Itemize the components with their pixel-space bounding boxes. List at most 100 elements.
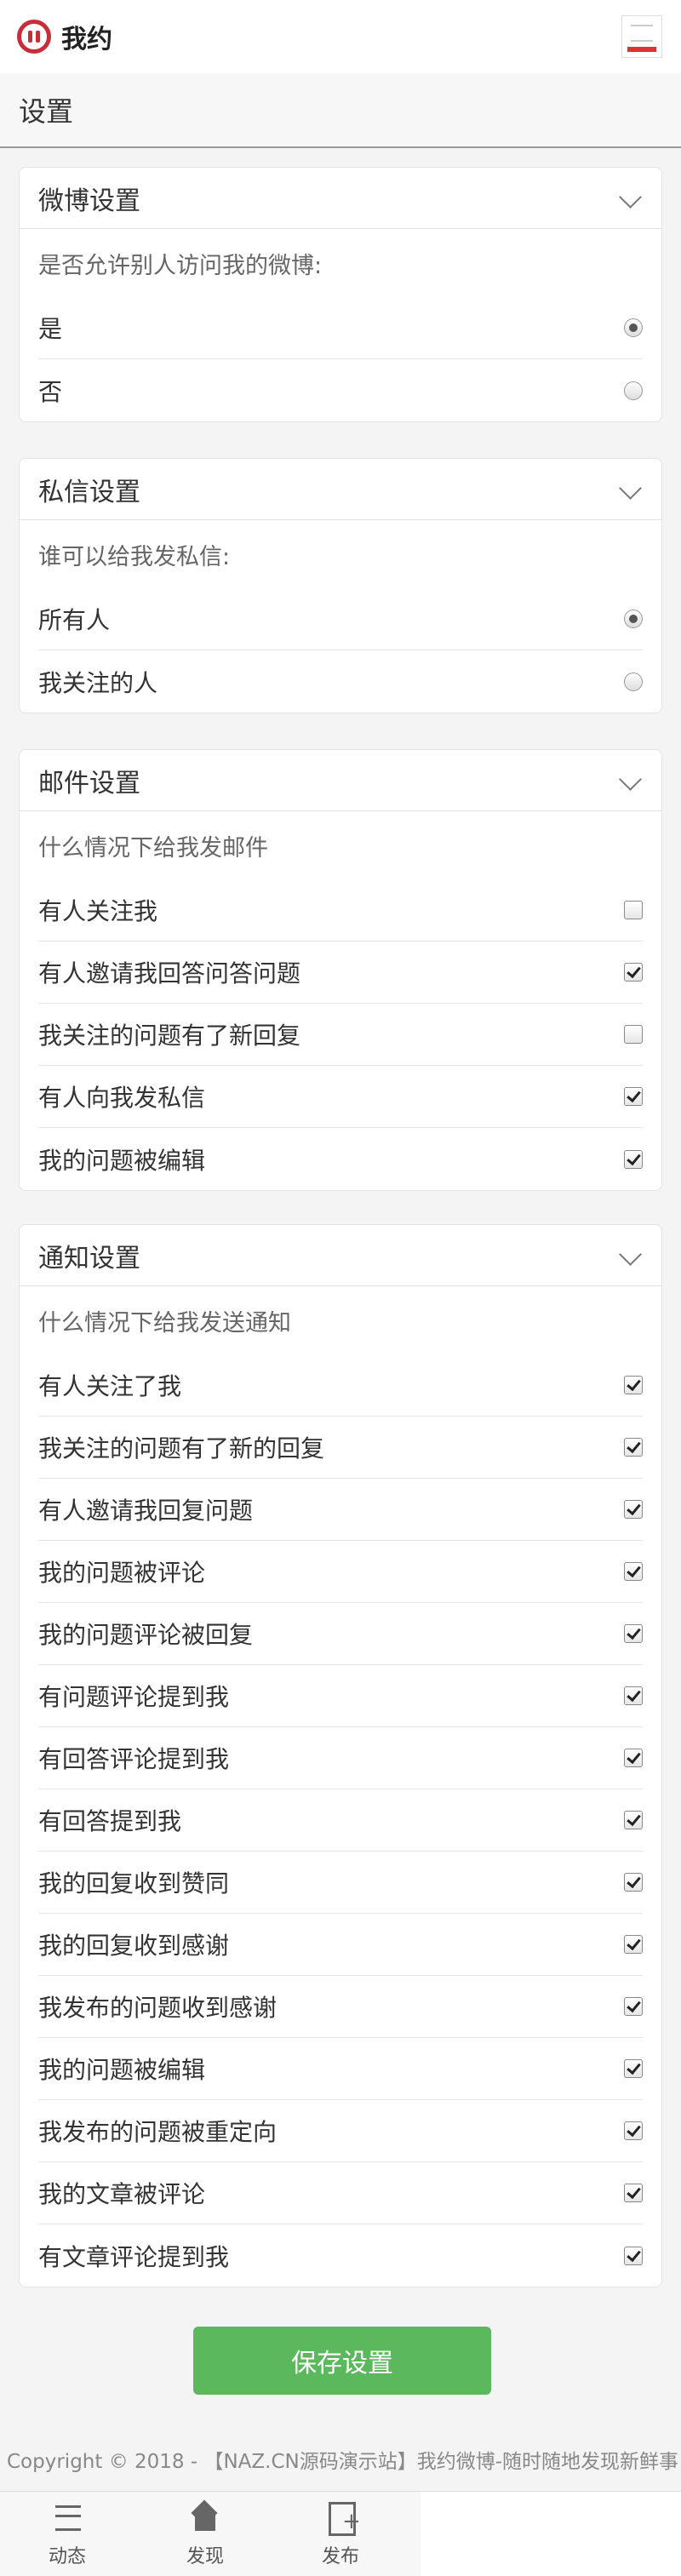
notify-option-row[interactable]: 有回答评论提到我: [38, 1727, 643, 1789]
nav-item-feed[interactable]: 动态: [20, 2499, 114, 2575]
option-label: 是: [38, 315, 63, 343]
option-label: 有回答评论提到我: [38, 1745, 230, 1773]
nav-blank-area: [421, 2492, 681, 2576]
checkbox[interactable]: [624, 1811, 643, 1829]
message-option-row[interactable]: 我关注的人: [38, 650, 643, 713]
nav-label: 动态: [48, 2546, 86, 2567]
checkbox[interactable]: [624, 1935, 643, 1954]
page-title-bar: 设置: [0, 73, 681, 148]
checkbox[interactable]: [624, 963, 643, 982]
checkbox[interactable]: [624, 1087, 643, 1106]
email-option-row[interactable]: 有人邀请我回答问答问题: [38, 942, 643, 1004]
notify-option-row[interactable]: 我的文章被评论: [38, 2162, 643, 2224]
checkbox[interactable]: [624, 1025, 643, 1044]
checkbox[interactable]: [624, 1686, 643, 1705]
option-label: 有人向我发私信: [38, 1084, 206, 1112]
radio-button[interactable]: [624, 318, 643, 337]
email-settings-panel: 邮件设置 什么情况下给我发邮件 有人关注我 有人邀请我回答问答问题 我关注的问题有了…: [19, 749, 662, 1191]
checkbox[interactable]: [624, 1873, 643, 1892]
option-label: 我发布的问题被重定向: [38, 2118, 278, 2146]
user-avatar-icon[interactable]: [621, 15, 662, 58]
option-label: 我发布的问题收到感谢: [38, 1994, 278, 2022]
nav-item-discover[interactable]: 发现: [158, 2499, 252, 2575]
radio-button[interactable]: [624, 672, 643, 691]
checkbox[interactable]: [624, 901, 643, 919]
logo-icon[interactable]: [17, 20, 51, 54]
panel-title: 微博设置: [38, 186, 140, 216]
checkbox[interactable]: [624, 1624, 643, 1643]
checkbox[interactable]: [624, 1500, 643, 1519]
notify-option-row[interactable]: 有人邀请我回复问题: [38, 1479, 643, 1541]
checkbox[interactable]: [624, 1149, 643, 1169]
message-settings-header[interactable]: 私信设置: [20, 459, 661, 520]
option-label: 我关注的问题有了新回复: [38, 1022, 301, 1050]
publish-icon: [322, 2499, 361, 2536]
page-title: 设置: [19, 95, 74, 128]
option-label: 有回答提到我: [38, 1807, 182, 1835]
top-bar: 我约: [0, 0, 681, 73]
panel-title: 私信设置: [38, 477, 140, 507]
option-label: 有问题评论提到我: [38, 1683, 230, 1711]
option-label: 我的回复收到感谢: [38, 1932, 230, 1960]
panel-title: 邮件设置: [38, 768, 140, 799]
option-label: 有人邀请我回复问题: [38, 1497, 254, 1525]
notify-option-row[interactable]: 有文章评论提到我: [38, 2224, 643, 2287]
notify-option-row[interactable]: 我的问题评论被回复: [38, 1603, 643, 1665]
notify-option-row[interactable]: 我关注的问题有了新的回复: [38, 1417, 643, 1479]
weibo-settings-header[interactable]: 微博设置: [20, 168, 661, 229]
option-label: 有文章评论提到我: [38, 2242, 230, 2271]
option-label: 所有人: [38, 606, 111, 634]
save-settings-button[interactable]: 保存设置: [193, 2327, 491, 2395]
notify-option-row[interactable]: 我的问题被评论: [38, 1541, 643, 1603]
notify-option-row[interactable]: 我发布的问题被重定向: [38, 2100, 643, 2162]
chevron-down-icon[interactable]: [617, 477, 643, 502]
option-label: 我的问题被编辑: [38, 2056, 206, 2084]
panel-question: 谁可以给我发私信:: [38, 543, 231, 570]
notify-option-row[interactable]: 我发布的问题收到感谢: [38, 1976, 643, 2038]
option-label: 我关注的问题有了新的回复: [38, 1434, 325, 1463]
notify-option-row[interactable]: 我的回复收到感谢: [38, 1914, 643, 1976]
notify-settings-header[interactable]: 通知设置: [20, 1225, 661, 1286]
nav-item-publish[interactable]: 发布: [294, 2499, 387, 2575]
notify-option-row[interactable]: 有问题评论提到我: [38, 1665, 643, 1727]
checkbox[interactable]: [624, 2246, 643, 2265]
email-settings-header[interactable]: 邮件设置: [20, 750, 661, 811]
notify-option-row[interactable]: 我的回复收到赞同: [38, 1852, 643, 1914]
copyright-text: Copyright © 2018 - 【NAZ.CN源码演示站】我约微博-随时随…: [7, 2451, 679, 2473]
radio-button[interactable]: [624, 381, 643, 400]
checkbox[interactable]: [624, 1562, 643, 1581]
checkbox[interactable]: [624, 1749, 643, 1767]
weibo-option-row[interactable]: 是: [38, 297, 643, 359]
checkbox[interactable]: [624, 1376, 643, 1394]
checkbox[interactable]: [624, 2184, 643, 2202]
notify-option-row[interactable]: 有人关注了我: [38, 1354, 643, 1417]
checkbox[interactable]: [624, 2121, 643, 2140]
message-option-row[interactable]: 所有人: [38, 588, 643, 650]
notify-option-row[interactable]: 我的问题被编辑: [38, 2038, 643, 2100]
weibo-option-row[interactable]: 否: [38, 359, 643, 421]
weibo-settings-panel: 微博设置 是否允许别人访问我的微博: 是否: [19, 167, 662, 422]
chevron-down-icon[interactable]: [617, 1243, 643, 1268]
email-option-row[interactable]: 我的问题被编辑: [38, 1128, 643, 1190]
email-option-row[interactable]: 有人向我发私信: [38, 1066, 643, 1128]
option-label: 我的问题评论被回复: [38, 1621, 254, 1649]
radio-button[interactable]: [624, 610, 643, 628]
panel-question: 是否允许别人访问我的微博:: [38, 252, 323, 279]
email-option-row[interactable]: 有人关注我: [38, 879, 643, 942]
panel-question: 什么情况下给我发送通知: [38, 1309, 291, 1337]
email-option-row[interactable]: 我关注的问题有了新回复: [38, 1004, 643, 1066]
notify-option-row[interactable]: 有回答提到我: [38, 1789, 643, 1852]
checkbox[interactable]: [624, 1997, 643, 2016]
option-label: 我关注的人: [38, 668, 158, 697]
chevron-down-icon[interactable]: [617, 186, 643, 211]
checkbox[interactable]: [624, 2059, 643, 2078]
message-settings-panel: 私信设置 谁可以给我发私信: 所有人我关注的人: [19, 458, 662, 713]
checkbox[interactable]: [624, 1438, 643, 1457]
option-label: 我的回复收到赞同: [38, 1869, 230, 1898]
chevron-down-icon[interactable]: [617, 768, 643, 793]
option-label: 有人关注了我: [38, 1372, 182, 1400]
option-label: 我的文章被评论: [38, 2180, 206, 2208]
brand-name[interactable]: 我约: [61, 18, 112, 55]
option-label: 有人关注我: [38, 897, 158, 925]
option-label: 我的问题被编辑: [38, 1146, 206, 1175]
